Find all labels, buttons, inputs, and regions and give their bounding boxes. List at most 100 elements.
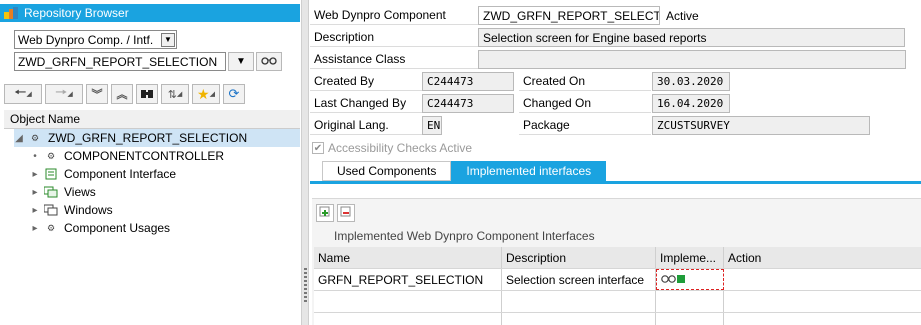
tree-item-component-usages[interactable]: ▸ ⚙ Component Usages xyxy=(30,219,170,237)
tree-item-views[interactable]: ▸ Views xyxy=(30,183,96,201)
controller-icon: ⚙ xyxy=(46,150,56,161)
component-label: Web Dynpro Component xyxy=(310,6,478,25)
cell-implemented[interactable] xyxy=(656,269,724,290)
cell-action[interactable] xyxy=(724,269,921,290)
tab-implemented-interfaces[interactable]: Implemented interfaces xyxy=(451,161,607,181)
cell-empty[interactable] xyxy=(656,291,724,312)
expand-triangle-icon[interactable]: ▸ xyxy=(30,223,40,234)
star-icon: ★ xyxy=(197,85,210,102)
binoculars-icon xyxy=(140,87,154,102)
collapse-triangle-icon[interactable]: ◢ xyxy=(14,133,24,144)
chevron-down-icon[interactable]: ▼ xyxy=(161,32,175,47)
column-header-name[interactable]: Name xyxy=(314,247,502,268)
component-status: Active xyxy=(666,8,699,23)
cell-empty[interactable] xyxy=(314,313,502,325)
object-name-input[interactable]: ZWD_GRFN_REPORT_SELECTION xyxy=(14,52,226,71)
accessibility-checkbox[interactable]: ✔ xyxy=(312,142,324,154)
changed-by-value: C244473 xyxy=(427,97,474,110)
hierarchy-button[interactable]: ⇅ ◢ xyxy=(161,84,189,104)
tree-item-component-interface[interactable]: ▸ Component Interface xyxy=(30,165,176,183)
created-on-field: 30.03.2020 xyxy=(652,72,730,91)
assistance-class-label: Assistance Class xyxy=(310,50,478,69)
interfaces-table: Name Description Impleme... Action GRFN_… xyxy=(314,247,921,325)
splitter-grip[interactable] xyxy=(304,268,307,304)
repository-browser-header[interactable]: Repository Browser xyxy=(0,4,300,22)
leaf-bullet-icon: • xyxy=(33,150,37,162)
tree-item-label: Windows xyxy=(64,203,113,217)
tree-item-label: Component Interface xyxy=(64,167,177,181)
repository-browser-title: Repository Browser xyxy=(24,6,129,20)
append-row-button[interactable] xyxy=(316,204,334,222)
refresh-button[interactable]: ⟳ xyxy=(223,84,245,104)
expand-all-button[interactable]: ︾ xyxy=(86,84,108,104)
table-toolbar xyxy=(316,204,355,222)
repository-browser-pane: Repository Browser Web Dynpro Comp. / In… xyxy=(0,0,301,325)
browser-toolbar: 🠔 ◢ 🠖 ◢ ︾ ︽ ⇅ ◢ ★ ◢ ⟳ xyxy=(4,84,245,106)
chevron-down-icon: ▼ xyxy=(236,56,246,67)
accessibility-label: Accessibility Checks Active xyxy=(328,141,473,155)
tree-item-label: Component Usages xyxy=(64,221,171,235)
original-lang-label: Original Lang. xyxy=(310,116,422,135)
tree-item-windows[interactable]: ▸ Windows xyxy=(30,201,113,219)
display-button[interactable] xyxy=(256,52,282,71)
description-value: Selection screen for Engine based report… xyxy=(483,30,707,45)
refresh-icon: ⟳ xyxy=(228,86,240,101)
table-row-empty[interactable] xyxy=(314,291,921,313)
component-field: ZWD_GRFN_REPORT_SELECTIO xyxy=(478,6,660,25)
implemented-status-icon xyxy=(661,273,687,287)
delete-row-button[interactable] xyxy=(337,204,355,222)
usages-icon: ⚙ xyxy=(46,222,56,233)
cell-empty[interactable] xyxy=(724,313,921,325)
description-label: Description xyxy=(310,28,478,47)
table-row[interactable]: GRFN_REPORT_SELECTION Selection screen i… xyxy=(314,269,921,291)
find-button[interactable] xyxy=(136,84,158,104)
back-button[interactable]: 🠔 ◢ xyxy=(4,84,42,104)
cell-empty[interactable] xyxy=(314,291,502,312)
favorites-button[interactable]: ★ ◢ xyxy=(192,84,220,104)
changed-on-label: Changed On xyxy=(519,94,651,113)
expand-triangle-icon[interactable]: ▸ xyxy=(30,205,40,216)
table-header-row: Name Description Impleme... Action xyxy=(314,247,921,269)
created-by-field: C244473 xyxy=(422,72,514,91)
tab-used-components[interactable]: Used Components xyxy=(322,161,452,181)
object-type-select[interactable]: Web Dynpro Comp. / Intf. ▼ xyxy=(14,30,177,49)
tree-item-componentcontroller[interactable]: • ⚙ COMPONENTCONTROLLER xyxy=(30,147,224,165)
cell-empty[interactable] xyxy=(656,313,724,325)
double-chevron-down-icon: ︾ xyxy=(91,89,103,101)
changed-by-label: Last Changed By xyxy=(310,94,422,113)
expand-triangle-icon[interactable]: ▸ xyxy=(30,169,40,180)
windows-icon xyxy=(44,204,58,216)
table-row-empty[interactable] xyxy=(314,313,921,325)
package-field: ZCUSTSURVEY xyxy=(652,116,870,135)
object-name-value: ZWD_GRFN_REPORT_SELECTION xyxy=(18,54,218,69)
cell-empty[interactable] xyxy=(724,291,921,312)
pane-splitter[interactable] xyxy=(301,0,309,325)
cell-empty[interactable] xyxy=(502,313,656,325)
tree-root-node[interactable]: ◢ ⚙ ZWD_GRFN_REPORT_SELECTION xyxy=(14,129,300,147)
hierarchy-icon: ⇅ xyxy=(167,88,177,101)
created-by-label: Created By xyxy=(310,72,422,91)
arrow-right-icon: 🠖 xyxy=(55,84,68,100)
column-header-action[interactable]: Action xyxy=(724,247,921,268)
collapse-all-button[interactable]: ︽ xyxy=(111,84,133,104)
tree-column-header: Object Name xyxy=(4,110,300,129)
changed-by-field: C244473 xyxy=(422,94,514,113)
add-row-icon xyxy=(319,206,331,221)
package-label: Package xyxy=(519,116,651,135)
views-icon xyxy=(44,186,58,198)
double-chevron-up-icon: ︽ xyxy=(116,89,128,101)
created-by-value: C244473 xyxy=(427,75,474,88)
column-header-implemented[interactable]: Impleme... xyxy=(656,247,724,268)
tree-item-label: COMPONENTCONTROLLER xyxy=(64,149,225,163)
cell-description[interactable]: Selection screen interface xyxy=(502,269,656,290)
arrow-left-icon: 🠔 xyxy=(14,84,27,100)
expand-triangle-icon[interactable]: ▸ xyxy=(30,187,40,198)
forward-button[interactable]: 🠖 ◢ xyxy=(45,84,83,104)
cell-name[interactable]: GRFN_REPORT_SELECTION xyxy=(314,269,502,290)
column-header-description[interactable]: Description xyxy=(502,247,656,268)
tree-item-label: Views xyxy=(64,185,96,199)
object-name-dropdown-button[interactable]: ▼ xyxy=(228,52,254,71)
changed-on-value: 16.04.2020 xyxy=(657,97,724,110)
package-value: ZCUSTSURVEY xyxy=(657,119,730,132)
cell-empty[interactable] xyxy=(502,291,656,312)
